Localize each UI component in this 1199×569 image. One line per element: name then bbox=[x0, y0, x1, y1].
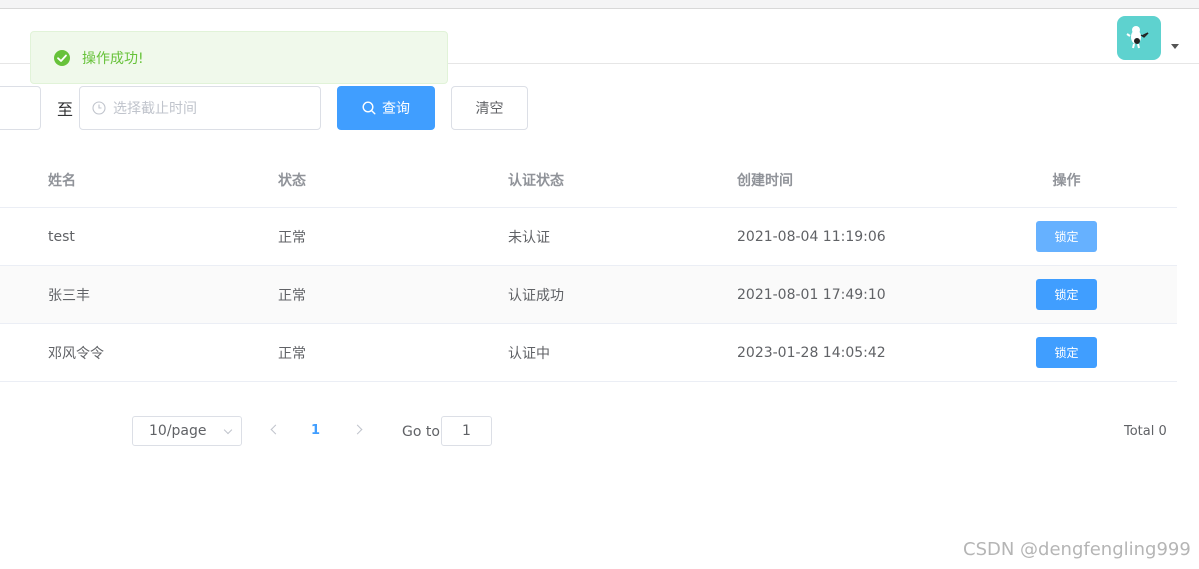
page-size-value: 10/page bbox=[149, 423, 207, 439]
cell-action: 锁定 bbox=[1036, 324, 1097, 381]
column-header-action[interactable]: 操作 bbox=[1036, 153, 1097, 207]
cell-action: 锁定 bbox=[1036, 266, 1097, 323]
table-header-row: 姓名 状态 认证状态 创建时间 操作 bbox=[0, 153, 1177, 208]
cell-created-time: 2021-08-01 17:49:10 bbox=[737, 286, 886, 303]
cell-created-time: 2023-01-28 14:05:42 bbox=[737, 344, 886, 361]
column-header-name[interactable]: 姓名 bbox=[48, 153, 76, 207]
query-button-label: 查询 bbox=[382, 101, 410, 117]
next-page-chevron-icon[interactable] bbox=[354, 423, 364, 437]
cell-auth-status: 认证成功 bbox=[508, 287, 564, 304]
clear-button[interactable]: 清空 bbox=[451, 86, 528, 130]
lock-button[interactable]: 锁定 bbox=[1036, 221, 1097, 252]
column-header-created-time[interactable]: 创建时间 bbox=[737, 153, 793, 207]
table-row[interactable]: 邓风令令 正常 认证中 2023-01-28 14:05:42 锁定 bbox=[0, 324, 1177, 382]
toast-message: 操作成功! bbox=[82, 50, 144, 67]
chevron-down-icon bbox=[223, 425, 233, 435]
total-count: Total 0 bbox=[1124, 424, 1167, 439]
start-time-input[interactable] bbox=[0, 86, 41, 130]
goto-page-input[interactable]: 1 bbox=[441, 416, 492, 446]
search-icon bbox=[362, 101, 376, 115]
cell-status: 正常 bbox=[278, 345, 306, 362]
range-separator: 至 bbox=[57, 100, 74, 119]
column-header-auth-status[interactable]: 认证状态 bbox=[508, 153, 564, 207]
browser-top-rule bbox=[0, 0, 1199, 9]
prev-page-chevron-icon[interactable] bbox=[269, 423, 279, 437]
page-number-current[interactable]: 1 bbox=[311, 423, 320, 438]
query-button[interactable]: 查询 bbox=[337, 86, 435, 130]
cell-auth-status: 未认证 bbox=[508, 229, 550, 246]
page: 操作成功! 至 选择截止时间 查询 清空 姓名 状态 认证状态 创建时间 操作 … bbox=[0, 0, 1199, 569]
cell-status: 正常 bbox=[278, 287, 306, 304]
cell-name: 张三丰 bbox=[48, 287, 90, 304]
end-time-input[interactable]: 选择截止时间 bbox=[79, 86, 321, 130]
lock-button[interactable]: 锁定 bbox=[1036, 279, 1097, 310]
page-size-select[interactable]: 10/page bbox=[132, 416, 242, 446]
user-avatar-icon[interactable] bbox=[1117, 16, 1161, 60]
cell-name: test bbox=[48, 228, 75, 245]
success-toast: 操作成功! bbox=[30, 31, 448, 84]
end-time-placeholder: 选择截止时间 bbox=[113, 101, 197, 117]
cell-auth-status: 认证中 bbox=[508, 345, 550, 362]
cell-name: 邓风令令 bbox=[48, 345, 104, 362]
cell-created-time: 2021-08-04 11:19:06 bbox=[737, 228, 886, 245]
clock-icon bbox=[92, 101, 106, 115]
column-header-status[interactable]: 状态 bbox=[278, 153, 306, 207]
user-table: 姓名 状态 认证状态 创建时间 操作 test 正常 未认证 2021-08-0… bbox=[0, 153, 1177, 382]
goto-label: Go to bbox=[402, 424, 440, 440]
clear-button-label: 清空 bbox=[475, 101, 504, 117]
lock-button[interactable]: 锁定 bbox=[1036, 337, 1097, 368]
success-check-icon bbox=[54, 49, 70, 66]
cell-action: 锁定 bbox=[1036, 208, 1097, 265]
watermark: CSDN @dengfengling999 bbox=[963, 539, 1191, 560]
table-row[interactable]: test 正常 未认证 2021-08-04 11:19:06 锁定 bbox=[0, 208, 1177, 266]
caret-down-icon[interactable] bbox=[1171, 44, 1179, 49]
table-row[interactable]: 张三丰 正常 认证成功 2021-08-01 17:49:10 锁定 bbox=[0, 266, 1177, 324]
cell-status: 正常 bbox=[278, 229, 306, 246]
